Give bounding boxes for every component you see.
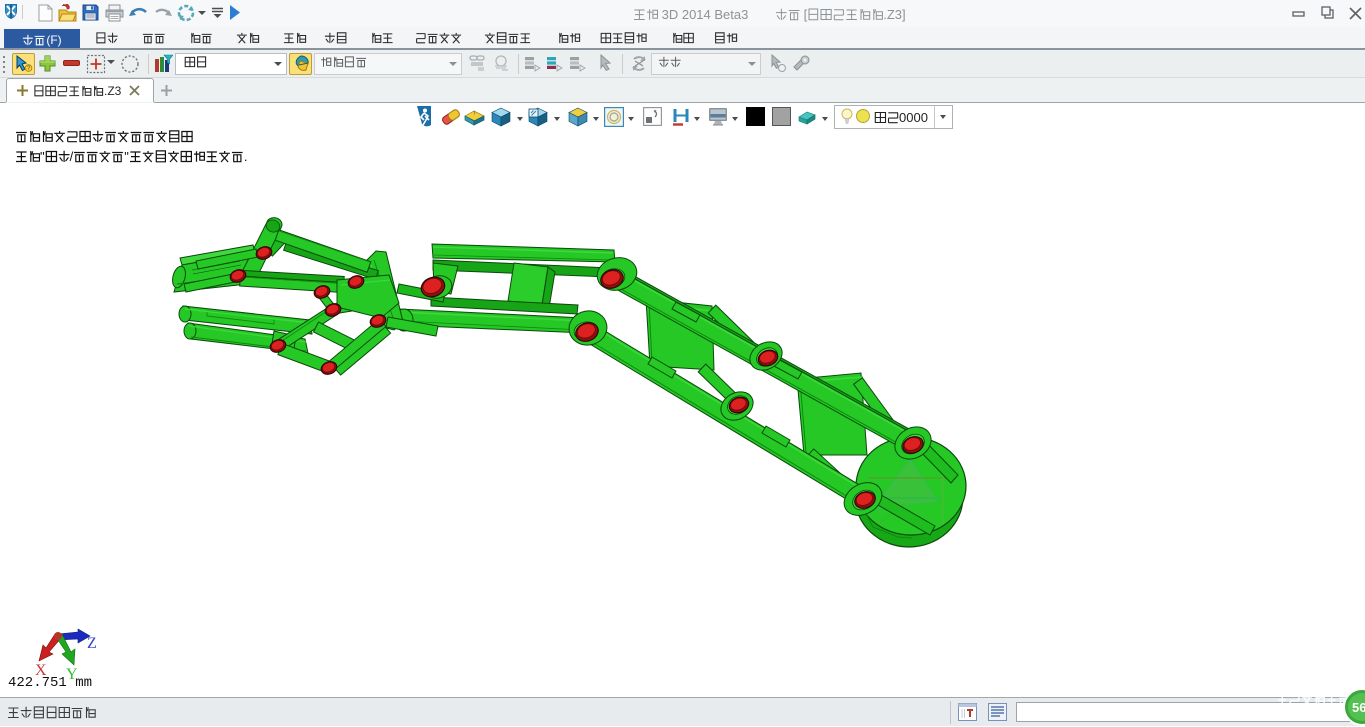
svg-text:Z: Z <box>87 635 97 652</box>
svg-text:?: ? <box>27 65 31 72</box>
svg-text:56: 56 <box>1352 700 1365 715</box>
